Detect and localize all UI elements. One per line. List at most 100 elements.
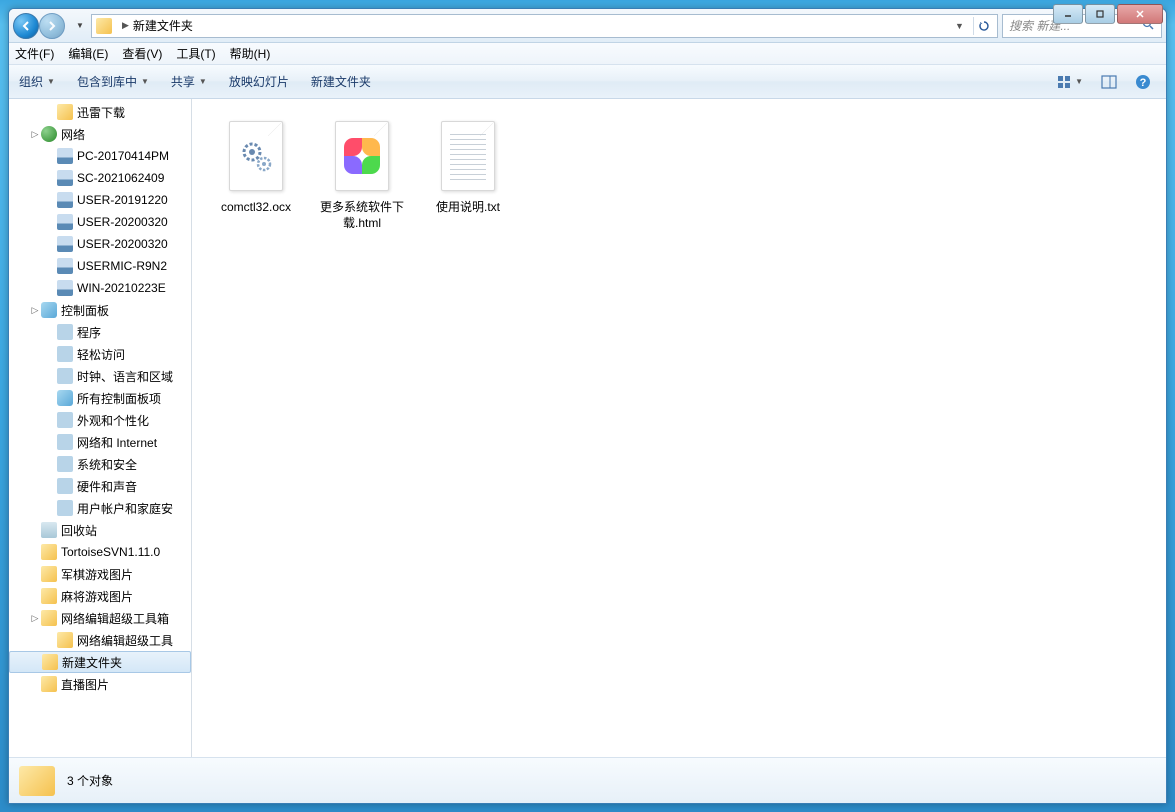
tree-label: 所有控制面板项 — [77, 390, 161, 407]
expand-icon — [29, 678, 41, 690]
address-bar[interactable]: ▶ 新建文件夹 ▼ — [91, 14, 998, 38]
tree-nettool[interactable]: ▷网络编辑超级工具箱 — [9, 607, 191, 629]
tree-live[interactable]: 直播图片 — [9, 673, 191, 695]
pc-icon — [57, 236, 73, 252]
tree-syssec[interactable]: 系统和安全 — [9, 453, 191, 475]
file-item[interactable]: 使用说明.txt — [418, 109, 518, 238]
file-item[interactable]: comctl32.ocx — [206, 109, 306, 238]
tree-pc5[interactable]: USER-20200320 — [9, 233, 191, 255]
folder-icon — [41, 544, 57, 560]
folder-icon — [96, 18, 112, 34]
expand-icon — [45, 326, 57, 338]
pc-icon — [57, 170, 73, 186]
view-mode-button[interactable]: ▼ — [1052, 72, 1088, 92]
include-button[interactable]: 包含到库中▼ — [77, 73, 149, 90]
file-item[interactable]: 更多系统软件下载.html — [312, 109, 412, 238]
expand-icon — [45, 370, 57, 382]
expand-icon[interactable]: ▷ — [29, 304, 41, 316]
tree-pc1[interactable]: PC-20170414PM — [9, 145, 191, 167]
expand-icon — [29, 546, 41, 558]
tree-label: 直播图片 — [61, 676, 109, 693]
expand-icon — [45, 194, 57, 206]
pc-icon — [57, 192, 73, 208]
tree-label: 外观和个性化 — [77, 412, 149, 429]
breadcrumb-item[interactable]: 新建文件夹 — [133, 17, 193, 34]
tree-cpanel[interactable]: ▷控制面板 — [9, 299, 191, 321]
expand-icon — [45, 106, 57, 118]
forward-button[interactable] — [39, 13, 65, 39]
cpanel-icon — [41, 302, 57, 318]
back-button[interactable] — [13, 13, 39, 39]
tree-recycle[interactable]: 回收站 — [9, 519, 191, 541]
generic-icon — [57, 412, 73, 428]
expand-icon — [30, 656, 42, 668]
tree-region[interactable]: 时钟、语言和区域 — [9, 365, 191, 387]
menu-help[interactable]: 帮助(H) — [230, 45, 271, 62]
menu-edit[interactable]: 编辑(E) — [68, 45, 108, 62]
tree-pc6[interactable]: USERMIC-R9N2 — [9, 255, 191, 277]
nav-history-dropdown[interactable]: ▼ — [73, 16, 87, 36]
tree-label: 迅雷下载 — [77, 104, 125, 121]
pc-icon — [57, 214, 73, 230]
expand-icon[interactable]: ▷ — [29, 612, 41, 624]
menu-tools[interactable]: 工具(T) — [176, 45, 215, 62]
expand-icon — [45, 502, 57, 514]
tree-pc3[interactable]: USER-20191220 — [9, 189, 191, 211]
close-button[interactable] — [1117, 4, 1163, 24]
tree-junqi[interactable]: 军棋游戏图片 — [9, 563, 191, 585]
organize-button[interactable]: 组织▼ — [19, 73, 55, 90]
tree-nettool2[interactable]: 网络编辑超级工具 — [9, 629, 191, 651]
tree-label: USER-20200320 — [77, 237, 168, 251]
tree-allcp[interactable]: 所有控制面板项 — [9, 387, 191, 409]
tree-label: 回收站 — [61, 522, 97, 539]
menu-view[interactable]: 查看(V) — [122, 45, 162, 62]
folder-icon — [41, 610, 57, 626]
pc-icon — [57, 280, 73, 296]
maximize-button[interactable] — [1085, 4, 1115, 24]
tree-personal[interactable]: 外观和个性化 — [9, 409, 191, 431]
menu-file[interactable]: 文件(F) — [15, 45, 54, 62]
navigation-tree[interactable]: 迅雷下载 ▷网络PC-20170414PMSC-2021062409 USER-20… — [9, 99, 192, 757]
file-name: 更多系统软件下载.html — [317, 200, 407, 231]
preview-pane-button[interactable] — [1096, 72, 1122, 92]
refresh-button[interactable] — [973, 17, 993, 35]
tree-programs[interactable]: 程序 — [9, 321, 191, 343]
tree-pc4[interactable]: USER-20200320 — [9, 211, 191, 233]
tree-mahjong[interactable]: 麻将游戏图片 — [9, 585, 191, 607]
recycle-icon — [41, 522, 57, 538]
tree-network[interactable]: ▷网络 — [9, 123, 191, 145]
tree-label: 轻松访问 — [77, 346, 125, 363]
address-dropdown[interactable]: ▼ — [955, 21, 971, 31]
pc-icon — [57, 148, 73, 164]
tree-label: USER-20191220 — [77, 193, 168, 207]
status-bar: 3 个对象 — [9, 757, 1166, 803]
slideshow-button[interactable]: 放映幻灯片 — [229, 73, 289, 90]
tree-newfolder[interactable]: 新建文件夹 — [9, 651, 191, 673]
expand-icon — [45, 458, 57, 470]
folder-icon — [42, 654, 58, 670]
tree-xunlei[interactable]: 迅雷下载 — [9, 101, 191, 123]
tree-ease[interactable]: 轻松访问 — [9, 343, 191, 365]
expand-icon[interactable]: ▷ — [29, 128, 41, 140]
minimize-button[interactable] — [1053, 4, 1083, 24]
svg-text:?: ? — [1140, 77, 1147, 89]
status-count: 3 个对象 — [67, 772, 113, 789]
expand-icon — [45, 436, 57, 448]
tree-pc7[interactable]: WIN-20210223E — [9, 277, 191, 299]
generic-icon — [57, 478, 73, 494]
tree-netint[interactable]: 网络和 Internet — [9, 431, 191, 453]
tree-svn[interactable]: TortoiseSVN1.11.0 — [9, 541, 191, 563]
menu-bar: 文件(F) 编辑(E) 查看(V) 工具(T) 帮助(H) — [9, 43, 1166, 65]
file-list-pane[interactable]: comctl32.ocx 更多系统软件下载.html 使用说明.txt — [192, 99, 1166, 757]
expand-icon — [45, 480, 57, 492]
help-button[interactable]: ? — [1130, 71, 1156, 93]
tree-label: 网络和 Internet — [77, 434, 157, 451]
folder-icon — [41, 676, 57, 692]
tree-pc2[interactable]: SC-2021062409 — [9, 167, 191, 189]
tree-useracc[interactable]: 用户帐户和家庭安 — [9, 497, 191, 519]
expand-icon — [45, 414, 57, 426]
newfolder-button[interactable]: 新建文件夹 — [311, 73, 371, 90]
expand-icon — [45, 150, 57, 162]
tree-hwsound[interactable]: 硬件和声音 — [9, 475, 191, 497]
share-button[interactable]: 共享▼ — [171, 73, 207, 90]
